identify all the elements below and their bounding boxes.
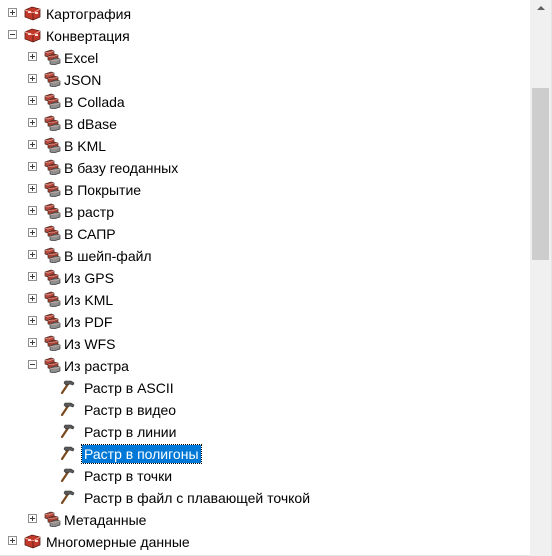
tree-node-label[interactable]: Из растра (62, 357, 131, 375)
expand-icon[interactable] (28, 338, 37, 347)
tree-node-multidimensional[interactable]: Многомерные данные (0, 531, 530, 553)
toolset-icon (43, 137, 61, 154)
tree-node-label[interactable]: Из GPS (62, 269, 116, 287)
toolset-icon (43, 225, 61, 242)
tree-node-label[interactable]: В растр (62, 203, 116, 221)
scroll-up-arrow[interactable] (530, 0, 551, 18)
toolset-icon (43, 71, 61, 88)
tree-node-dbase[interactable]: В dBase (0, 113, 530, 135)
collapse-icon[interactable] (8, 30, 17, 39)
tree-node-label[interactable]: Конвертация (44, 27, 132, 45)
tree-node-json[interactable]: JSON (0, 69, 530, 91)
expand-icon[interactable] (28, 514, 37, 523)
toolset-icon (43, 269, 61, 286)
tree-node-label[interactable]: Из PDF (62, 313, 114, 331)
tree-node-kml[interactable]: В KML (0, 135, 530, 157)
tree-node-label[interactable]: Растр в ASCII (82, 379, 176, 397)
tree-node-label[interactable]: Из WFS (62, 335, 117, 353)
tree-node-from-raster[interactable]: Из растра (0, 355, 530, 377)
hammer-icon (60, 489, 78, 505)
toolset-icon (43, 115, 61, 132)
toolset-icon (43, 291, 61, 308)
tree-node-kartografiya[interactable]: Картография (0, 3, 530, 25)
tree-node-label[interactable]: Картография (44, 5, 133, 23)
toolbox-icon (24, 27, 42, 43)
hammer-icon (60, 379, 78, 395)
toolset-icon (43, 313, 61, 330)
tree-node-raster-points[interactable]: Растр в точки (0, 465, 530, 487)
toolset-icon (43, 247, 61, 264)
tree-node-label[interactable]: Метаданные (62, 511, 148, 529)
tree-node-from-gps[interactable]: Из GPS (0, 267, 530, 289)
toolbox-tree[interactable]: Картография Конвертация Excel JSON В Collada… (0, 0, 530, 556)
expand-icon[interactable] (28, 206, 37, 215)
toolset-icon (43, 159, 61, 176)
tree-node-label[interactable]: В САПР (62, 225, 118, 243)
toolset-icon (43, 181, 61, 198)
expand-icon[interactable] (28, 184, 37, 193)
toolbox-icon (24, 533, 42, 549)
tree-node-coverage[interactable]: В Покрытие (0, 179, 530, 201)
tree-node-label[interactable]: В базу геоданных (62, 159, 180, 177)
toolset-icon (43, 511, 61, 528)
tree-node-konvertatsiya[interactable]: Конвертация (0, 25, 530, 47)
tree-node-label[interactable]: Растр в видео (82, 401, 178, 419)
hammer-icon (60, 467, 78, 483)
tree-node-raster-video[interactable]: Растр в видео (0, 399, 530, 421)
expand-icon[interactable] (28, 74, 37, 83)
expand-icon[interactable] (28, 272, 37, 281)
expand-icon[interactable] (28, 294, 37, 303)
expand-icon[interactable] (28, 228, 37, 237)
hammer-icon (60, 423, 78, 439)
toolset-icon (43, 357, 61, 374)
tree-node-from-pdf[interactable]: Из PDF (0, 311, 530, 333)
tree-node-raster-float[interactable]: Растр в файл с плавающей точкой (0, 487, 530, 509)
hammer-icon (60, 401, 78, 417)
tree-node-from-wfs[interactable]: Из WFS (0, 333, 530, 355)
toolset-icon (43, 93, 61, 110)
expand-icon[interactable] (28, 316, 37, 325)
tree-node-label[interactable]: Растр в полигоны (81, 444, 202, 464)
tree-node-shapefile[interactable]: В шейп-файл (0, 245, 530, 267)
tree-node-geodatabase[interactable]: В базу геоданных (0, 157, 530, 179)
tree-node-label[interactable]: Растр в точки (82, 467, 174, 485)
tree-node-label[interactable]: В Collada (62, 93, 127, 111)
expand-icon[interactable] (28, 52, 37, 61)
tree-node-excel[interactable]: Excel (0, 47, 530, 69)
tree-node-label[interactable]: Многомерные данные (44, 533, 192, 551)
tree-node-from-kml[interactable]: Из KML (0, 289, 530, 311)
scrollbar-thumb[interactable] (532, 88, 549, 260)
toolbox-icon (24, 5, 42, 21)
expand-icon[interactable] (8, 536, 17, 545)
tree-node-label[interactable]: Растр в линии (82, 423, 178, 441)
tree-node-raster-lines[interactable]: Растр в линии (0, 421, 530, 443)
tree-node-label[interactable]: В шейп-файл (62, 247, 154, 265)
expand-icon[interactable] (28, 96, 37, 105)
toolset-icon (43, 335, 61, 352)
tree-node-metadata[interactable]: Метаданные (0, 509, 530, 531)
expand-icon[interactable] (28, 162, 37, 171)
tree-node-label[interactable]: Растр в файл с плавающей точкой (82, 489, 312, 507)
tree-node-cad[interactable]: В САПР (0, 223, 530, 245)
tree-node-label[interactable]: JSON (62, 71, 103, 89)
tree-node-label[interactable]: Excel (62, 49, 100, 67)
expand-icon[interactable] (28, 250, 37, 259)
tree-node-raster[interactable]: В растр (0, 201, 530, 223)
tree-node-label[interactable]: Из KML (62, 291, 115, 309)
expand-icon[interactable] (28, 140, 37, 149)
tree-node-label[interactable]: В dBase (62, 115, 119, 133)
tree-node-raster-ascii[interactable]: Растр в ASCII (0, 377, 530, 399)
toolset-icon (43, 203, 61, 220)
hammer-icon (60, 445, 78, 461)
tree-node-label[interactable]: В Покрытие (62, 181, 143, 199)
toolset-icon (43, 49, 61, 66)
tree-node-raster-polygons[interactable]: Растр в полигоны (0, 443, 530, 465)
vertical-scrollbar[interactable] (530, 0, 551, 556)
expand-icon[interactable] (28, 118, 37, 127)
tree-node-collada[interactable]: В Collada (0, 91, 530, 113)
expand-icon[interactable] (8, 8, 17, 17)
collapse-icon[interactable] (28, 360, 37, 369)
tree-node-label[interactable]: В KML (62, 137, 108, 155)
